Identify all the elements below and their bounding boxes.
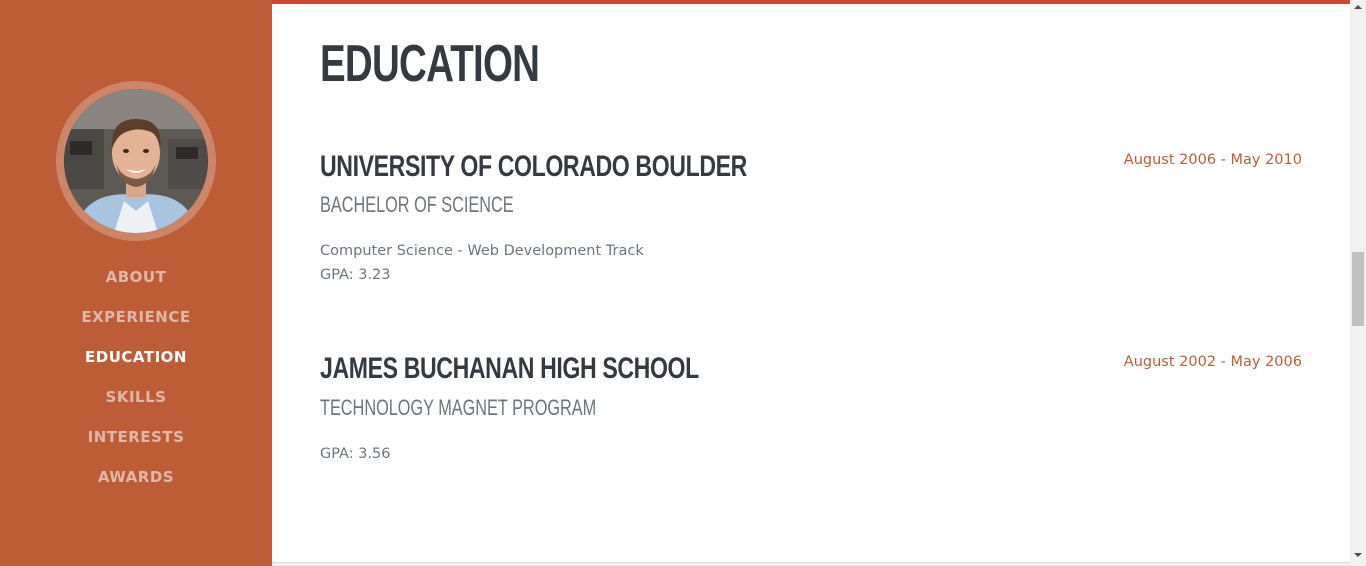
main-content: EDUCATION UNIVERSITY OF COLORADO BOULDER… [272, 4, 1350, 562]
nav-item-skills: SKILLS [0, 377, 272, 417]
section-title: EDUCATION [320, 35, 540, 93]
bottom-edge [272, 562, 1350, 566]
education-gpa: GPA: 3.23 [320, 267, 391, 283]
education-gpa: GPA: 3.56 [320, 446, 391, 462]
nav-link-education[interactable]: EDUCATION [85, 348, 187, 366]
school-name: JAMES BUCHANAN HIGH SCHOOL [320, 352, 699, 385]
nav-link-skills[interactable]: SKILLS [106, 388, 167, 406]
nav-link-interests[interactable]: INTERESTS [88, 428, 185, 446]
education-item: UNIVERSITY OF COLORADO BOULDER BACHELOR … [320, 150, 1302, 284]
avatar [56, 81, 216, 241]
scroll-down-icon[interactable] [1354, 553, 1362, 557]
sidebar-nav: ABOUT EXPERIENCE EDUCATION SKILLS INTERE… [0, 257, 272, 497]
school-name: UNIVERSITY OF COLORADO BOULDER [320, 150, 747, 183]
nav-item-interests: INTERESTS [0, 417, 272, 457]
nav-link-awards[interactable]: AWARDS [98, 468, 174, 486]
vertical-scrollbar[interactable] [1350, 0, 1366, 566]
profile-photo [64, 89, 208, 233]
nav-item-experience: EXPERIENCE [0, 297, 272, 337]
education-dates: August 2002 - May 2006 [1123, 354, 1302, 370]
nav-item-awards: AWARDS [0, 457, 272, 497]
education-item: JAMES BUCHANAN HIGH SCHOOL TECHNOLOGY MA… [320, 352, 1302, 463]
scroll-up-icon[interactable] [1354, 5, 1362, 9]
nav-link-experience[interactable]: EXPERIENCE [81, 308, 190, 326]
education-detail: Computer Science - Web Development Track [320, 243, 644, 259]
degree-name: TECHNOLOGY MAGNET PROGRAM [320, 395, 597, 420]
degree-name: BACHELOR OF SCIENCE [320, 192, 514, 217]
education-dates: August 2006 - May 2010 [1123, 152, 1302, 168]
nav-link-about[interactable]: ABOUT [106, 268, 167, 286]
nav-item-education: EDUCATION [0, 337, 272, 377]
nav-item-about: ABOUT [0, 257, 272, 297]
top-accent-line [0, 0, 1350, 4]
sidebar: ABOUT EXPERIENCE EDUCATION SKILLS INTERE… [0, 0, 272, 566]
scroll-thumb[interactable] [1352, 252, 1364, 326]
